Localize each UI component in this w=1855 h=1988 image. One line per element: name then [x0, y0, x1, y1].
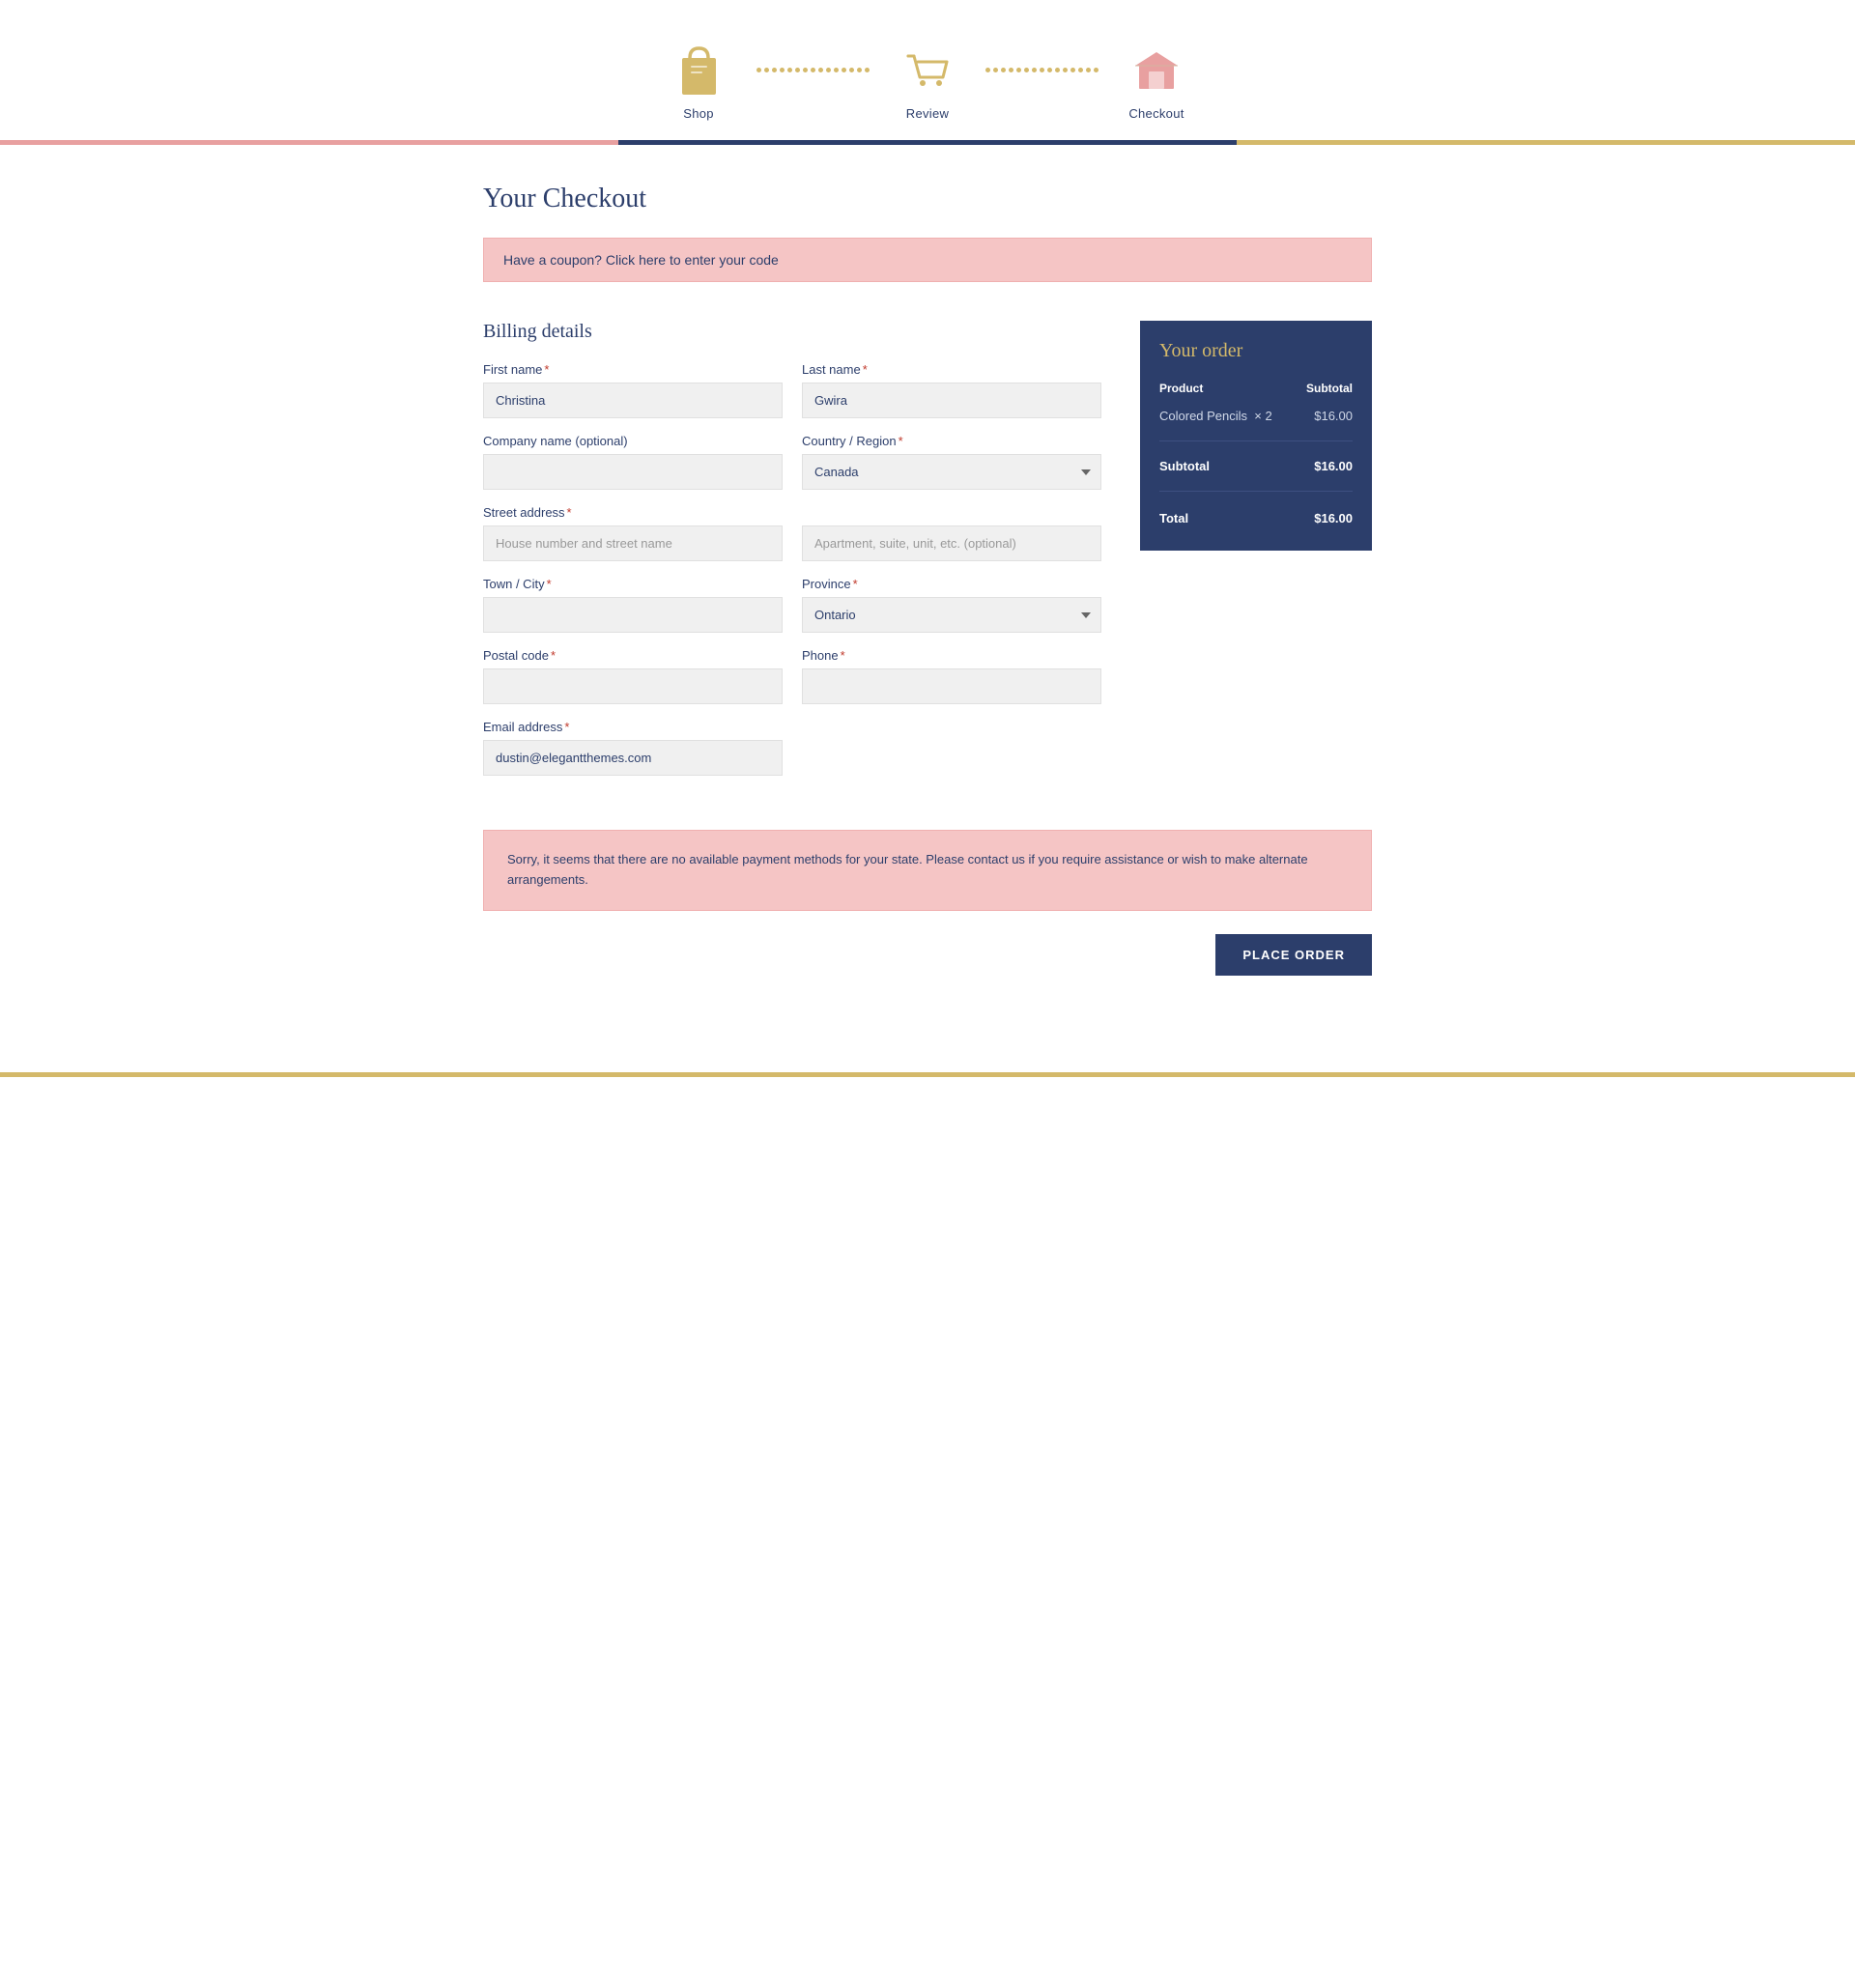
- required-star-5: *: [547, 577, 552, 591]
- step-shop-label: Shop: [683, 106, 714, 121]
- subtotal-value: $16.00: [1297, 453, 1353, 479]
- province-group: Province* Ontario Quebec British Columbi…: [802, 577, 1101, 633]
- name-row: First name* Last name*: [483, 362, 1101, 418]
- country-select[interactable]: Canada United States: [802, 454, 1101, 490]
- step-shop[interactable]: Shop: [641, 39, 756, 121]
- company-input[interactable]: [483, 454, 783, 490]
- required-star-9: *: [564, 720, 569, 734]
- street-group: Street address*: [483, 505, 783, 561]
- required-star-3: *: [899, 434, 903, 448]
- city-input[interactable]: [483, 597, 783, 633]
- total-value: $16.00: [1297, 503, 1353, 531]
- checkout-layout: Billing details First name* Last name*: [483, 321, 1372, 791]
- order-table: Product Subtotal Colored Pencils × 2 $16…: [1159, 378, 1353, 531]
- total-row: Total $16.00: [1159, 503, 1353, 531]
- cart-icon: [899, 39, 956, 97]
- apt-group: [802, 505, 1101, 561]
- billing-section: Billing details First name* Last name*: [483, 321, 1101, 791]
- phone-group: Phone*: [802, 648, 1101, 704]
- coupon-banner[interactable]: Have a coupon? Click here to enter your …: [483, 238, 1372, 282]
- city-group: Town / City*: [483, 577, 783, 633]
- phone-input[interactable]: [802, 668, 1101, 704]
- progress-segment-review: [618, 140, 1237, 145]
- email-row: Email address*: [483, 720, 1101, 776]
- required-star-8: *: [841, 648, 845, 663]
- total-label: Total: [1159, 503, 1297, 531]
- order-title: Your order: [1159, 340, 1353, 362]
- city-label: Town / City*: [483, 577, 783, 591]
- steps-row: Shop Review: [589, 39, 1266, 121]
- step-review[interactable]: Review: [870, 39, 985, 121]
- payment-notice-text: Sorry, it seems that there are no availa…: [507, 852, 1308, 887]
- postal-label: Postal code*: [483, 648, 783, 663]
- province-select[interactable]: Ontario Quebec British Columbia: [802, 597, 1101, 633]
- company-label: Company name (optional): [483, 434, 783, 448]
- coupon-text: Have a coupon? Click here to enter your …: [503, 252, 779, 268]
- step-review-label: Review: [906, 106, 949, 121]
- shop-icon: [670, 39, 728, 97]
- main-content: Your Checkout Have a coupon? Click here …: [464, 145, 1391, 1034]
- required-star-7: *: [551, 648, 556, 663]
- city-province-row: Town / City* Province* Ontario Quebec Br…: [483, 577, 1101, 633]
- apt-label: [802, 505, 1101, 520]
- subtotal-row: Subtotal $16.00: [1159, 453, 1353, 479]
- apt-input[interactable]: [802, 525, 1101, 561]
- dots-1: [756, 68, 870, 92]
- billing-title: Billing details: [483, 321, 1101, 343]
- last-name-group: Last name*: [802, 362, 1101, 418]
- payment-notice: Sorry, it seems that there are no availa…: [483, 830, 1372, 911]
- postal-phone-row: Postal code* Phone*: [483, 648, 1101, 704]
- last-name-label: Last name*: [802, 362, 1101, 377]
- country-label: Country / Region*: [802, 434, 1101, 448]
- col-subtotal: Subtotal: [1297, 378, 1353, 403]
- step-checkout[interactable]: Checkout: [1099, 39, 1214, 121]
- order-summary: Your order Product Subtotal Colored Penc…: [1140, 321, 1372, 551]
- subtotal-label: Subtotal: [1159, 453, 1297, 479]
- progress-segment-checkout: [1237, 140, 1855, 145]
- street-label: Street address*: [483, 505, 783, 520]
- email-label: Email address*: [483, 720, 1101, 734]
- province-label: Province*: [802, 577, 1101, 591]
- company-country-row: Company name (optional) Country / Region…: [483, 434, 1101, 490]
- page-title: Your Checkout: [483, 184, 1372, 214]
- step-checkout-label: Checkout: [1128, 106, 1184, 121]
- dots-2: [985, 68, 1099, 92]
- col-product: Product: [1159, 378, 1297, 403]
- email-input[interactable]: [483, 740, 783, 776]
- company-group: Company name (optional): [483, 434, 783, 490]
- country-group: Country / Region* Canada United States: [802, 434, 1101, 490]
- place-order-row: PLACE ORDER: [483, 934, 1372, 976]
- required-star-2: *: [863, 362, 868, 377]
- first-name-group: First name*: [483, 362, 783, 418]
- progress-section: Shop Review: [0, 0, 1855, 145]
- email-group: Email address*: [483, 720, 1101, 776]
- store-icon: [1127, 39, 1185, 97]
- first-name-input[interactable]: [483, 383, 783, 418]
- progress-segment-shop: [0, 140, 618, 145]
- bottom-gold-line: [0, 1072, 1855, 1077]
- required-star-4: *: [567, 505, 572, 520]
- order-item-row: Colored Pencils × 2 $16.00: [1159, 403, 1353, 429]
- phone-label: Phone*: [802, 648, 1101, 663]
- street-input[interactable]: [483, 525, 783, 561]
- postal-group: Postal code*: [483, 648, 783, 704]
- first-name-label: First name*: [483, 362, 783, 377]
- required-star-6: *: [853, 577, 858, 591]
- street-row: Street address*: [483, 505, 1101, 561]
- order-item-price: $16.00: [1297, 403, 1353, 429]
- progress-line: [0, 140, 1855, 145]
- required-star: *: [544, 362, 549, 377]
- place-order-button[interactable]: PLACE ORDER: [1215, 934, 1372, 976]
- order-item-name: Colored Pencils × 2: [1159, 403, 1297, 429]
- last-name-input[interactable]: [802, 383, 1101, 418]
- postal-input[interactable]: [483, 668, 783, 704]
